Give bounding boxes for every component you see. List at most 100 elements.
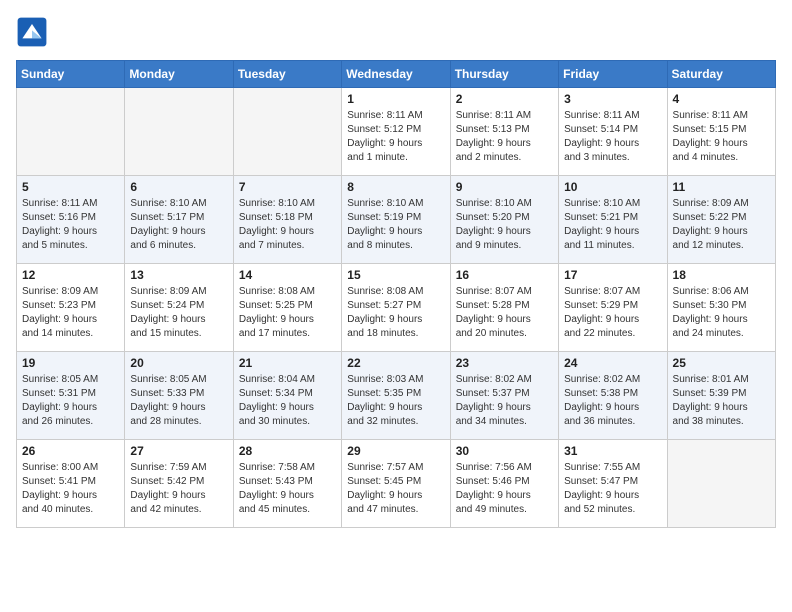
calendar-cell: 17 Sunrise: 8:07 AM Sunset: 5:29 PM Dayli… bbox=[559, 264, 667, 352]
header bbox=[16, 16, 776, 48]
day-number: 31 bbox=[564, 444, 661, 458]
calendar-cell: 27 Sunrise: 7:59 AM Sunset: 5:42 PM Dayli… bbox=[125, 440, 233, 528]
calendar-cell: 14 Sunrise: 8:08 AM Sunset: 5:25 PM Dayli… bbox=[233, 264, 341, 352]
day-info: Sunrise: 8:06 AM Sunset: 5:30 PM Dayligh… bbox=[673, 285, 770, 341]
calendar-cell: 5Sunrise: 8:11 AM Sunset: 5:16 PM Daylig… bbox=[17, 176, 125, 264]
day-number: 15 bbox=[347, 268, 444, 282]
day-number: 10 bbox=[564, 180, 661, 194]
day-info: Sunrise: 7:58 AM Sunset: 5:43 PM Dayligh… bbox=[239, 461, 336, 517]
day-number: 12 bbox=[22, 268, 119, 282]
day-number: 20 bbox=[130, 356, 227, 370]
day-info: Sunrise: 8:05 AM Sunset: 5:33 PM Dayligh… bbox=[130, 373, 227, 429]
calendar-cell: 3 Sunrise: 8:11 AM Sunset: 5:14 PM Daylig… bbox=[559, 88, 667, 176]
day-info: Sunrise: 8:10 AM Sunset: 5:20 PM Dayligh… bbox=[456, 197, 553, 253]
header-day-thursday: Thursday bbox=[450, 61, 558, 88]
day-info: Sunrise: 8:09 AM Sunset: 5:23 PM Dayligh… bbox=[22, 285, 119, 341]
calendar-cell: 19 Sunrise: 8:05 AM Sunset: 5:31 PM Dayli… bbox=[17, 352, 125, 440]
calendar-cell: 2 Sunrise: 8:11 AM Sunset: 5:13 PM Daylig… bbox=[450, 88, 558, 176]
day-number: 7 bbox=[239, 180, 336, 194]
day-number: 6 bbox=[130, 180, 227, 194]
day-info: Sunrise: 8:08 AM Sunset: 5:27 PM Dayligh… bbox=[347, 285, 444, 341]
day-info: Sunrise: 8:07 AM Sunset: 5:29 PM Dayligh… bbox=[564, 285, 661, 341]
calendar-cell: 18Sunrise: 8:06 AM Sunset: 5:30 PM Dayli… bbox=[667, 264, 775, 352]
day-number: 1 bbox=[347, 92, 444, 106]
day-number: 25 bbox=[673, 356, 770, 370]
calendar-cell: 13Sunrise: 8:09 AM Sunset: 5:24 PM Dayli… bbox=[125, 264, 233, 352]
calendar-week-2: 5Sunrise: 8:11 AM Sunset: 5:16 PM Daylig… bbox=[17, 176, 776, 264]
calendar-cell: 25 Sunrise: 8:01 AM Sunset: 5:39 PM Dayli… bbox=[667, 352, 775, 440]
calendar-cell: 8 Sunrise: 8:10 AM Sunset: 5:19 PM Daylig… bbox=[342, 176, 450, 264]
day-info: Sunrise: 8:05 AM Sunset: 5:31 PM Dayligh… bbox=[22, 373, 119, 429]
day-info: Sunrise: 8:07 AM Sunset: 5:28 PM Dayligh… bbox=[456, 285, 553, 341]
calendar-header-row: SundayMondayTuesdayWednesdayThursdayFrid… bbox=[17, 61, 776, 88]
header-day-sunday: Sunday bbox=[17, 61, 125, 88]
day-number: 2 bbox=[456, 92, 553, 106]
calendar-cell: 23Sunrise: 8:02 AM Sunset: 5:37 PM Dayli… bbox=[450, 352, 558, 440]
day-number: 3 bbox=[564, 92, 661, 106]
calendar-cell: 4 Sunrise: 8:11 AM Sunset: 5:15 PM Daylig… bbox=[667, 88, 775, 176]
day-number: 13 bbox=[130, 268, 227, 282]
day-info: Sunrise: 7:55 AM Sunset: 5:47 PM Dayligh… bbox=[564, 461, 661, 517]
day-info: Sunrise: 8:04 AM Sunset: 5:34 PM Dayligh… bbox=[239, 373, 336, 429]
day-info: Sunrise: 8:10 AM Sunset: 5:18 PM Dayligh… bbox=[239, 197, 336, 253]
calendar-cell: 24Sunrise: 8:02 AM Sunset: 5:38 PM Dayli… bbox=[559, 352, 667, 440]
day-info: Sunrise: 8:08 AM Sunset: 5:25 PM Dayligh… bbox=[239, 285, 336, 341]
day-number: 16 bbox=[456, 268, 553, 282]
calendar-cell: 10 Sunrise: 8:10 AM Sunset: 5:21 PM Dayli… bbox=[559, 176, 667, 264]
calendar-cell: 12 Sunrise: 8:09 AM Sunset: 5:23 PM Dayli… bbox=[17, 264, 125, 352]
header-day-monday: Monday bbox=[125, 61, 233, 88]
calendar-cell: 31 Sunrise: 7:55 AM Sunset: 5:47 PM Dayli… bbox=[559, 440, 667, 528]
calendar-cell: 28 Sunrise: 7:58 AM Sunset: 5:43 PM Dayli… bbox=[233, 440, 341, 528]
day-number: 24 bbox=[564, 356, 661, 370]
calendar-cell: 21 Sunrise: 8:04 AM Sunset: 5:34 PM Dayli… bbox=[233, 352, 341, 440]
day-info: Sunrise: 8:11 AM Sunset: 5:12 PM Dayligh… bbox=[347, 109, 444, 165]
calendar-cell: 16 Sunrise: 8:07 AM Sunset: 5:28 PM Dayli… bbox=[450, 264, 558, 352]
day-number: 11 bbox=[673, 180, 770, 194]
day-info: Sunrise: 8:10 AM Sunset: 5:21 PM Dayligh… bbox=[564, 197, 661, 253]
day-number: 19 bbox=[22, 356, 119, 370]
day-number: 5 bbox=[22, 180, 119, 194]
day-info: Sunrise: 7:59 AM Sunset: 5:42 PM Dayligh… bbox=[130, 461, 227, 517]
day-info: Sunrise: 8:02 AM Sunset: 5:37 PM Dayligh… bbox=[456, 373, 553, 429]
day-number: 26 bbox=[22, 444, 119, 458]
day-number: 14 bbox=[239, 268, 336, 282]
day-number: 29 bbox=[347, 444, 444, 458]
logo bbox=[16, 16, 52, 48]
calendar-cell: 9 Sunrise: 8:10 AM Sunset: 5:20 PM Daylig… bbox=[450, 176, 558, 264]
day-number: 21 bbox=[239, 356, 336, 370]
header-day-tuesday: Tuesday bbox=[233, 61, 341, 88]
day-info: Sunrise: 8:11 AM Sunset: 5:13 PM Dayligh… bbox=[456, 109, 553, 165]
calendar-table: SundayMondayTuesdayWednesdayThursdayFrid… bbox=[16, 60, 776, 528]
calendar-cell bbox=[125, 88, 233, 176]
day-number: 9 bbox=[456, 180, 553, 194]
day-number: 8 bbox=[347, 180, 444, 194]
logo-icon bbox=[16, 16, 48, 48]
day-info: Sunrise: 8:10 AM Sunset: 5:19 PM Dayligh… bbox=[347, 197, 444, 253]
day-info: Sunrise: 8:11 AM Sunset: 5:15 PM Dayligh… bbox=[673, 109, 770, 165]
calendar-cell bbox=[667, 440, 775, 528]
calendar-cell: 20 Sunrise: 8:05 AM Sunset: 5:33 PM Dayli… bbox=[125, 352, 233, 440]
calendar-week-3: 12 Sunrise: 8:09 AM Sunset: 5:23 PM Dayli… bbox=[17, 264, 776, 352]
day-info: Sunrise: 8:01 AM Sunset: 5:39 PM Dayligh… bbox=[673, 373, 770, 429]
calendar-cell: 30 Sunrise: 7:56 AM Sunset: 5:46 PM Dayli… bbox=[450, 440, 558, 528]
calendar-cell: 11 Sunrise: 8:09 AM Sunset: 5:22 PM Dayli… bbox=[667, 176, 775, 264]
calendar-cell: 7 Sunrise: 8:10 AM Sunset: 5:18 PM Daylig… bbox=[233, 176, 341, 264]
calendar-cell: 29 Sunrise: 7:57 AM Sunset: 5:45 PM Dayli… bbox=[342, 440, 450, 528]
calendar-week-1: 1 Sunrise: 8:11 AM Sunset: 5:12 PM Daylig… bbox=[17, 88, 776, 176]
day-info: Sunrise: 7:57 AM Sunset: 5:45 PM Dayligh… bbox=[347, 461, 444, 517]
day-number: 27 bbox=[130, 444, 227, 458]
calendar-week-5: 26Sunrise: 8:00 AM Sunset: 5:41 PM Dayli… bbox=[17, 440, 776, 528]
day-number: 17 bbox=[564, 268, 661, 282]
day-info: Sunrise: 7:56 AM Sunset: 5:46 PM Dayligh… bbox=[456, 461, 553, 517]
day-number: 4 bbox=[673, 92, 770, 106]
day-number: 30 bbox=[456, 444, 553, 458]
header-day-wednesday: Wednesday bbox=[342, 61, 450, 88]
day-info: Sunrise: 8:11 AM Sunset: 5:14 PM Dayligh… bbox=[564, 109, 661, 165]
calendar-cell: 6Sunrise: 8:10 AM Sunset: 5:17 PM Daylig… bbox=[125, 176, 233, 264]
calendar-cell: 22Sunrise: 8:03 AM Sunset: 5:35 PM Dayli… bbox=[342, 352, 450, 440]
day-number: 22 bbox=[347, 356, 444, 370]
calendar-cell: 15 Sunrise: 8:08 AM Sunset: 5:27 PM Dayli… bbox=[342, 264, 450, 352]
day-number: 28 bbox=[239, 444, 336, 458]
day-info: Sunrise: 8:09 AM Sunset: 5:22 PM Dayligh… bbox=[673, 197, 770, 253]
header-day-friday: Friday bbox=[559, 61, 667, 88]
